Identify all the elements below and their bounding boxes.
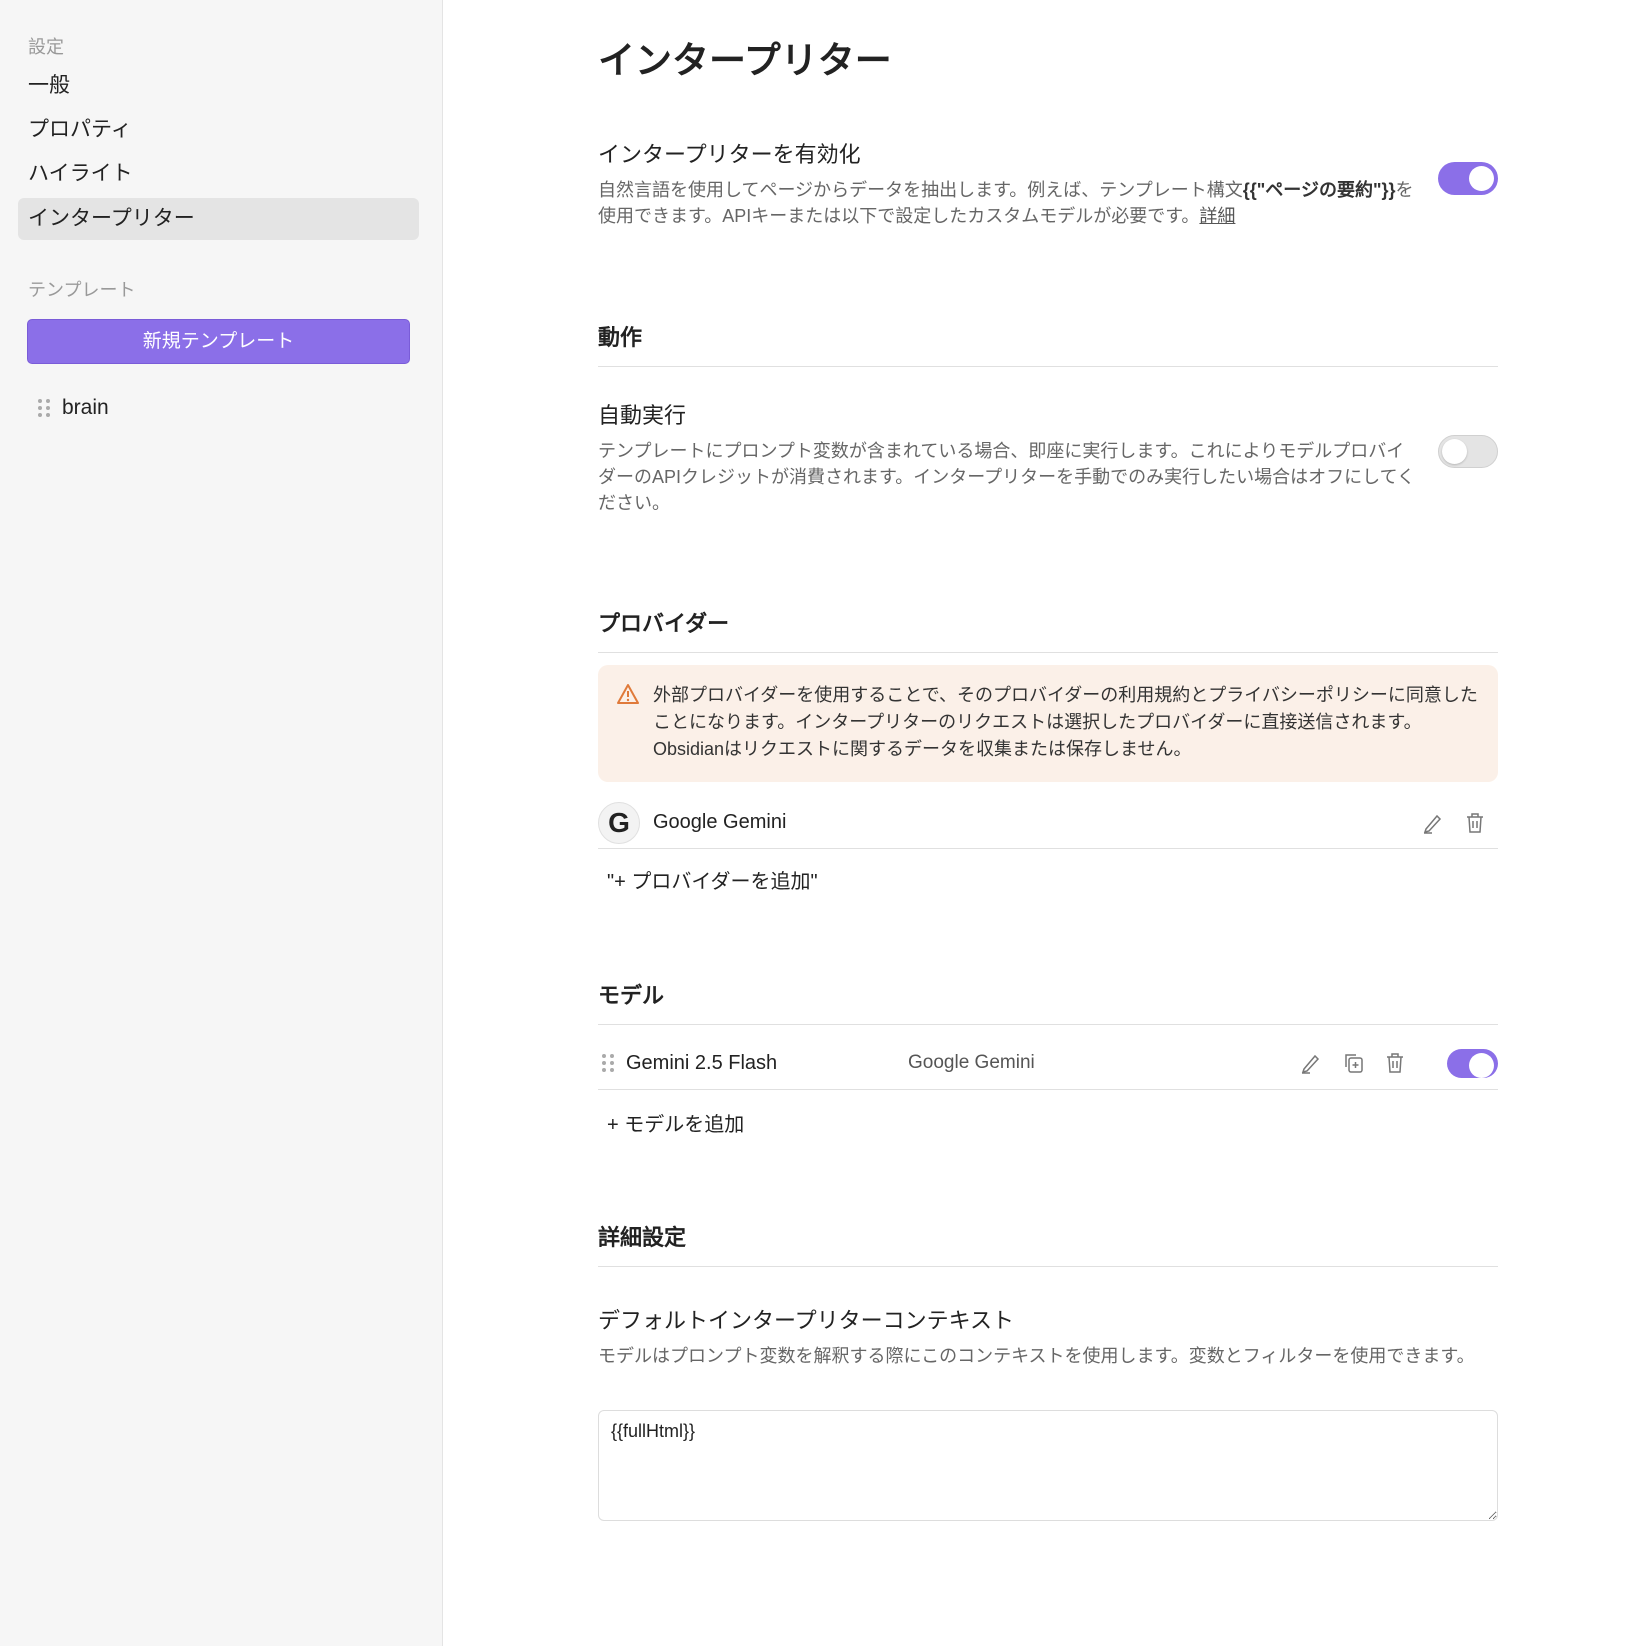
drag-handle-icon[interactable] <box>602 1054 614 1072</box>
enable-desc: 自然言語を使用してページからデータを抽出します。例えば、テンプレート構文{{"ペ… <box>598 177 1418 229</box>
edit-icon[interactable] <box>1420 810 1446 836</box>
settings-heading: 設定 <box>28 37 64 57</box>
drag-handle-icon[interactable] <box>38 399 50 417</box>
model-toggle[interactable] <box>1447 1049 1498 1078</box>
new-template-button[interactable]: 新規テンプレート <box>27 319 410 364</box>
add-model-button[interactable]: + モデルを追加 <box>607 1108 744 1137</box>
enable-toggle[interactable] <box>1438 162 1498 195</box>
enable-setting: インタープリターを有効化 自然言語を使用してページからデータを抽出します。例えば… <box>598 137 1498 229</box>
provider-warning: 外部プロバイダーを使用することで、そのプロバイダーの利用規約とプライバシーポリシ… <box>598 665 1498 782</box>
template-name: brain <box>62 396 109 419</box>
context-desc: モデルはプロンプト変数を解釈する際にこのコンテキストを使用します。変数とフィルタ… <box>598 1346 1475 1366</box>
model-row: Gemini 2.5 Flash Google Gemini <box>598 1037 1498 1090</box>
templates-heading: テンプレート <box>28 280 136 300</box>
add-provider-button[interactable]: "+ プロバイダーを追加" <box>607 865 818 894</box>
duplicate-icon[interactable] <box>1340 1050 1366 1076</box>
models-heading: モデル <box>598 978 1498 1025</box>
context-name: デフォルトインタープリターコンテキスト <box>598 1308 1015 1333</box>
desc-code: {{"ページの要約"}} <box>1242 180 1396 200</box>
model-name: Gemini 2.5 Flash <box>626 1051 778 1074</box>
desc-text: 自然言語を使用してページからデータを抽出します。例えば、テンプレート構文 <box>598 180 1243 200</box>
auto-run-desc: テンプレートにプロンプト変数が含まれている場合、即座に実行します。これによりモデ… <box>598 441 1416 513</box>
context-textarea[interactable]: {{fullHtml}} <box>598 1410 1498 1521</box>
sidebar: 設定 一般 プロパティ ハイライト インタープリター テンプレート 新規テンプレ… <box>0 0 443 1646</box>
model-provider: Google Gemini <box>908 1052 1035 1073</box>
context-setting: デフォルトインタープリターコンテキスト モデルはプロンプト変数を解釈する際にこの… <box>598 1303 1498 1369</box>
auto-run-name: 自動実行 <box>598 403 687 428</box>
sidebar-item-highlight[interactable]: ハイライト <box>18 153 419 195</box>
sidebar-item-general[interactable]: 一般 <box>18 65 419 107</box>
provider-row: G Google Gemini <box>598 797 1498 849</box>
template-item[interactable]: brain <box>38 396 109 420</box>
page-title: インタープリター <box>598 40 892 81</box>
provider-name: Google Gemini <box>653 811 787 833</box>
providers-heading: プロバイダー <box>598 606 1498 653</box>
warning-icon <box>617 684 639 704</box>
advanced-heading: 詳細設定 <box>598 1220 1498 1267</box>
warning-text: 外部プロバイダーを使用することで、そのプロバイダーの利用規約とプライバシーポリシ… <box>653 685 1478 759</box>
auto-run-toggle[interactable] <box>1438 435 1498 468</box>
edit-icon[interactable] <box>1298 1050 1324 1076</box>
enable-name: インタープリターを有効化 <box>598 142 861 167</box>
trash-icon[interactable] <box>1382 1050 1408 1076</box>
sidebar-item-interpreter[interactable]: インタープリター <box>18 198 419 240</box>
behavior-heading: 動作 <box>598 320 1498 367</box>
more-link[interactable]: 詳細 <box>1199 206 1235 226</box>
trash-icon[interactable] <box>1462 810 1488 836</box>
sidebar-item-properties[interactable]: プロパティ <box>18 109 419 151</box>
google-icon: G <box>598 801 640 844</box>
auto-run-setting: 自動実行 テンプレートにプロンプト変数が含まれている場合、即座に実行します。これ… <box>598 398 1498 516</box>
